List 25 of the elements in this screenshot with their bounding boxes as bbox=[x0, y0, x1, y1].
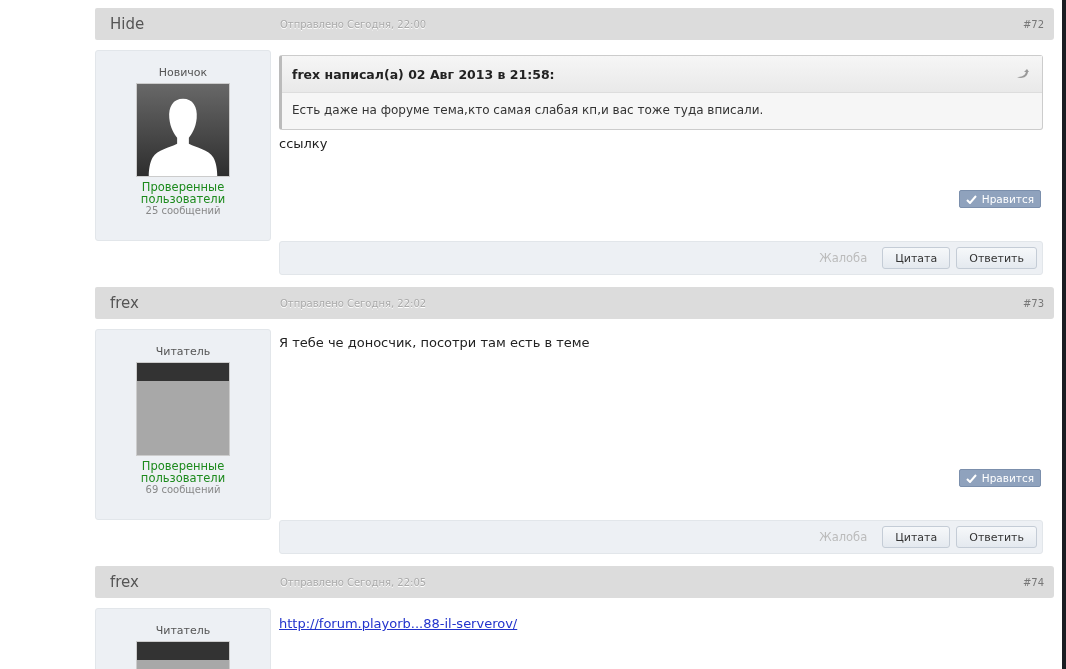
quote-button[interactable]: Цитата bbox=[882, 526, 951, 548]
user-group: Проверенные пользователи bbox=[128, 181, 238, 205]
quote-button[interactable]: Цитата bbox=[882, 247, 951, 269]
reply-arrow-icon[interactable] bbox=[1016, 69, 1030, 79]
checkmark-icon bbox=[965, 473, 977, 483]
checkmark-icon bbox=[965, 194, 977, 204]
user-rank: Читатель bbox=[155, 624, 211, 637]
post-number[interactable]: #73 bbox=[1022, 297, 1044, 309]
post-link[interactable]: http://forum.playorb...88-il-serverov/ bbox=[279, 616, 518, 631]
post-number[interactable]: #74 bbox=[1022, 576, 1044, 588]
quote-header: frex написал(а) 02 Авг 2013 в 21:58: bbox=[292, 66, 555, 82]
reply-button[interactable]: Ответить bbox=[956, 526, 1037, 548]
author-name[interactable]: frex bbox=[110, 573, 280, 591]
post-text: Я тебе че доносчик, посотри там есть в теме bbox=[279, 335, 591, 350]
user-rank: Читатель bbox=[155, 345, 211, 358]
post-count: 69 сообщений bbox=[145, 484, 221, 495]
user-rank: Новичок bbox=[158, 66, 208, 79]
quote-text: Есть даже на форуме тема,кто самая слабая кп,и вас тоже туда вписали. bbox=[291, 102, 765, 119]
user-group: Проверенные пользователи bbox=[128, 460, 238, 484]
post-number[interactable]: #72 bbox=[1022, 18, 1044, 30]
reply-button[interactable]: Ответить bbox=[956, 247, 1037, 269]
author-name[interactable]: frex bbox=[110, 294, 280, 312]
post-count: 25 сообщений bbox=[145, 205, 221, 216]
author-name[interactable]: Hide bbox=[110, 15, 280, 33]
post-text: ссылку bbox=[279, 136, 329, 151]
